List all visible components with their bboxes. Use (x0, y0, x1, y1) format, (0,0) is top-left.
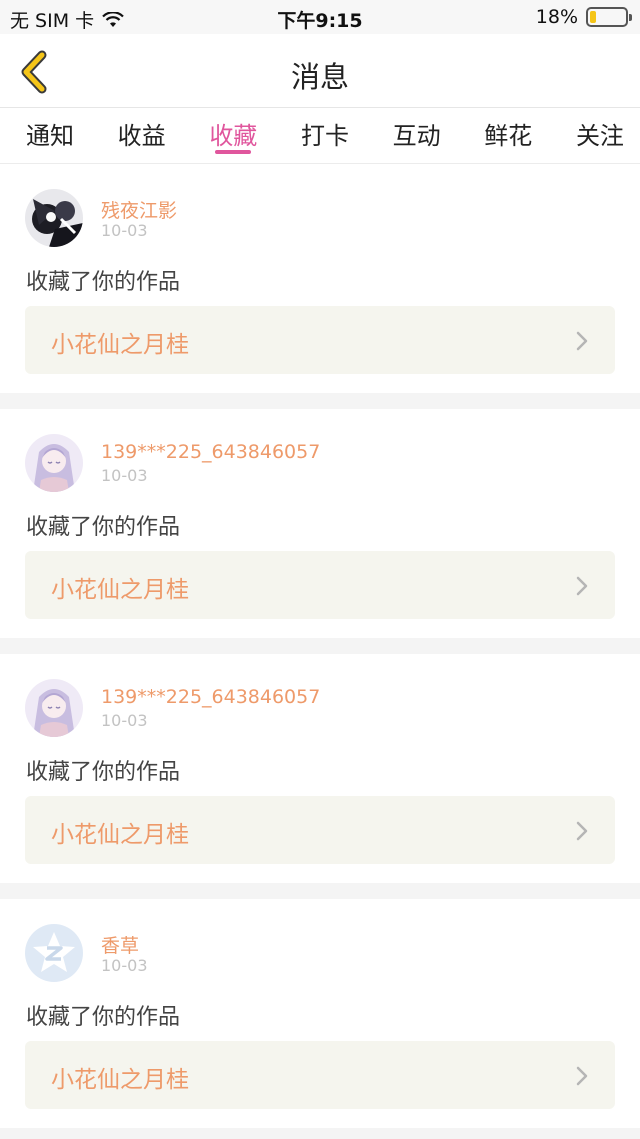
avatar[interactable] (25, 924, 83, 982)
tab-favorites[interactable]: 收藏 (209, 108, 257, 163)
avatar-image (25, 679, 83, 737)
avatar[interactable] (25, 434, 83, 492)
page-title: 消息 (290, 60, 349, 94)
battery-icon (586, 7, 632, 27)
chevron-right-icon (576, 576, 588, 596)
username[interactable]: 139***225_643846057 (101, 441, 320, 463)
tab-follows[interactable]: 关注 (576, 108, 624, 163)
work-link[interactable]: 小花仙之月桂 (25, 1041, 615, 1109)
username[interactable]: 139***225_643846057 (101, 686, 320, 708)
qzone-default-avatar-icon (25, 924, 83, 982)
work-link[interactable]: 小花仙之月桂 (25, 306, 615, 374)
action-text: 收藏了你的作品 (26, 515, 181, 540)
status-bar: 无 SIM 卡 下午9:15 18% (0, 0, 640, 34)
list-item: 139***225_643846057 10-03 收藏了你的作品 小花仙之月桂 (0, 654, 640, 883)
list-item: 139***225_643846057 10-03 收藏了你的作品 小花仙之月桂 (0, 409, 640, 638)
tab-bar: 通知 收益 收藏 打卡 互动 鲜花 关注 (0, 108, 640, 164)
work-link[interactable]: 小花仙之月桂 (25, 551, 615, 619)
battery-percent: 18% (535, 6, 578, 28)
timestamp: 10-03 (101, 466, 148, 485)
avatar[interactable] (25, 679, 83, 737)
tab-flowers[interactable]: 鲜花 (484, 108, 532, 163)
list-item: 残夜江影 10-03 收藏了你的作品 小花仙之月桂 (0, 164, 640, 393)
timestamp: 10-03 (101, 221, 148, 240)
status-right: 18% (535, 6, 632, 28)
timestamp: 10-03 (101, 956, 148, 975)
timestamp: 10-03 (101, 711, 148, 730)
work-title: 小花仙之月桂 (51, 822, 189, 848)
work-link[interactable]: 小花仙之月桂 (25, 796, 615, 864)
work-title: 小花仙之月桂 (51, 577, 189, 603)
tab-notifications[interactable]: 通知 (26, 108, 74, 163)
chevron-right-icon (576, 331, 588, 351)
work-title: 小花仙之月桂 (51, 332, 189, 358)
message-list: 残夜江影 10-03 收藏了你的作品 小花仙之月桂 139***225_6438… (0, 164, 640, 1128)
avatar[interactable] (25, 189, 83, 247)
avatar-image (25, 189, 83, 247)
chevron-right-icon (576, 1066, 588, 1086)
list-item: 香草 10-03 收藏了你的作品 小花仙之月桂 (0, 899, 640, 1128)
avatar-image (25, 434, 83, 492)
nav-bar: 消息 (0, 34, 640, 108)
tab-checkin[interactable]: 打卡 (301, 108, 349, 163)
username[interactable]: 香草 (101, 931, 139, 958)
action-text: 收藏了你的作品 (26, 1005, 181, 1030)
work-title: 小花仙之月桂 (51, 1067, 189, 1093)
tab-earnings[interactable]: 收益 (118, 108, 166, 163)
tab-interactions[interactable]: 互动 (393, 108, 441, 163)
chevron-right-icon (576, 821, 588, 841)
battery-fill (590, 11, 597, 23)
action-text: 收藏了你的作品 (26, 760, 181, 785)
action-text: 收藏了你的作品 (26, 270, 181, 295)
username[interactable]: 残夜江影 (101, 196, 177, 223)
